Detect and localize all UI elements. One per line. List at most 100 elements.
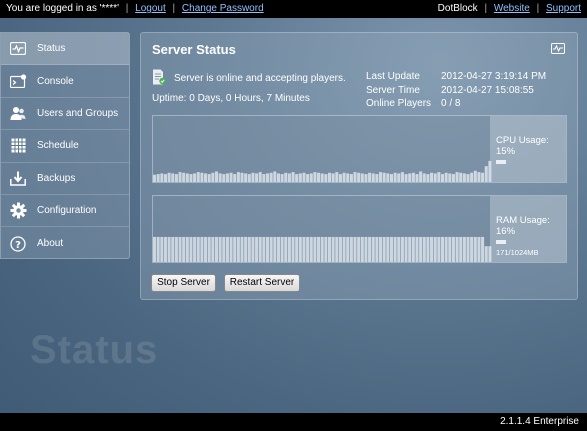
ram-history-bar	[404, 236, 408, 262]
ram-usage-bar	[496, 240, 506, 244]
cpu-history-bar	[291, 172, 295, 182]
support-link[interactable]: Support	[546, 3, 581, 14]
cpu-history-bar	[196, 172, 200, 182]
ram-history-bar	[386, 236, 390, 262]
ram-history-bar	[393, 236, 397, 262]
ram-history-bar	[470, 236, 474, 262]
help-icon: ?	[9, 235, 27, 253]
logged-in-text: You are logged in as '****'	[6, 3, 119, 14]
ram-history-bar	[171, 236, 175, 262]
cpu-history-bar	[174, 174, 178, 182]
sidebar-item-configuration[interactable]: Configuration	[1, 195, 129, 228]
sidebar-item-status[interactable]: Status	[1, 33, 129, 66]
cpu-history-bar	[214, 171, 219, 182]
ram-history-bar	[218, 236, 222, 262]
cpu-history-bar	[382, 172, 386, 182]
cpu-history-bar	[229, 172, 233, 182]
ram-history-bar	[408, 236, 412, 262]
calendar-icon	[9, 137, 27, 155]
ram-history-bar	[196, 236, 200, 262]
cpu-history-bar	[353, 172, 357, 182]
info-row-server-time: Server Time 2012-04-27 15:08:55	[366, 84, 546, 98]
cpu-history-bar	[211, 172, 215, 182]
separator: |	[125, 3, 129, 14]
cpu-history-bar	[477, 172, 481, 182]
ram-usage-title: RAM Usage:	[496, 215, 550, 226]
ram-history-bar	[160, 236, 164, 262]
website-link[interactable]: Website	[494, 3, 530, 14]
cpu-history-bar	[448, 173, 452, 182]
info-row-online-players: Online Players 0 / 8	[366, 97, 546, 111]
restart-server-button[interactable]: Restart Server	[224, 274, 300, 292]
cpu-history-bar	[426, 174, 430, 182]
ram-history-bar	[481, 236, 485, 262]
logout-link[interactable]: Logout	[135, 3, 166, 14]
cpu-history-bar	[258, 172, 262, 182]
ram-history-bar	[368, 236, 372, 262]
page-watermark: Status	[30, 328, 159, 372]
ram-history-bar	[313, 236, 317, 262]
ram-history-bar	[338, 236, 342, 262]
brand-links: DotBlock | Website | Support	[438, 0, 581, 18]
ram-history-bar	[244, 236, 248, 262]
ram-history-bar	[276, 236, 280, 262]
cpu-history-bar	[466, 174, 470, 182]
ram-history-bar	[273, 236, 277, 262]
ram-history-bar	[247, 236, 251, 262]
cpu-usage-label: CPU Usage: 15%	[490, 116, 566, 182]
ram-history-bar	[327, 236, 332, 262]
ram-history-bar	[287, 236, 291, 262]
ram-history-bar	[240, 236, 244, 262]
ram-usage-graph: RAM Usage: 16% 171/1024MB	[152, 195, 567, 263]
ram-history-bar	[382, 236, 386, 262]
cpu-history-bar	[178, 172, 182, 182]
server-status-line: Server is online and accepting players.	[152, 69, 346, 88]
ram-history-bar	[440, 236, 445, 262]
info-key: Last Update	[366, 71, 420, 82]
cpu-usage-title: CPU Usage:	[496, 135, 549, 146]
cpu-history-bar	[193, 173, 197, 182]
separator: |	[536, 3, 540, 14]
cpu-history-bar	[455, 172, 459, 182]
cpu-history-bar	[185, 173, 189, 182]
separator: |	[172, 3, 176, 14]
cpu-history-bar	[481, 172, 485, 182]
sidebar-item-about[interactable]: ? About	[1, 227, 129, 259]
ram-history-bar	[185, 236, 189, 262]
cpu-history-bar	[331, 173, 335, 182]
sidebar-item-label: Console	[37, 75, 74, 87]
ram-history-bar	[462, 236, 466, 262]
ram-history-bar	[204, 236, 208, 262]
cpu-history-bar	[269, 172, 273, 182]
ram-history-bar	[364, 236, 368, 262]
footer: 2.1.1.4 Enterprise	[0, 413, 587, 431]
sidebar: Status Console Users and Groups Schedule…	[0, 32, 130, 259]
ram-history-bar	[379, 236, 383, 262]
cpu-history-bar	[218, 173, 222, 182]
ram-history-bar	[211, 236, 215, 262]
ram-history-bar	[306, 236, 310, 262]
ram-history-bar	[342, 236, 346, 262]
stop-server-button[interactable]: Stop Server	[151, 274, 216, 292]
change-password-link[interactable]: Change Password	[182, 3, 264, 14]
ram-history-bar	[182, 236, 186, 262]
ram-history-bar	[302, 236, 306, 262]
cpu-usage-bar	[496, 160, 506, 164]
ram-history-bar	[317, 236, 321, 262]
cpu-history-bar	[236, 172, 240, 182]
sidebar-item-users[interactable]: Users and Groups	[1, 98, 129, 131]
panel-title: Server Status	[152, 42, 236, 57]
sidebar-item-backups[interactable]: Backups	[1, 163, 129, 195]
sidebar-item-label: Status	[37, 43, 66, 55]
cpu-history-bar	[204, 173, 208, 182]
ram-history-bar	[411, 236, 415, 262]
ram-history-bar	[346, 236, 350, 262]
ram-history-bar	[214, 236, 219, 262]
cpu-history-bar	[233, 174, 237, 182]
sidebar-item-console[interactable]: Console	[1, 65, 129, 98]
ram-history-bar	[222, 236, 226, 262]
ram-history-bar	[156, 236, 160, 262]
sidebar-item-schedule[interactable]: Schedule	[1, 130, 129, 163]
ram-history-bar	[415, 236, 419, 262]
top-bar: You are logged in as '****' | Logout | C…	[0, 0, 587, 18]
